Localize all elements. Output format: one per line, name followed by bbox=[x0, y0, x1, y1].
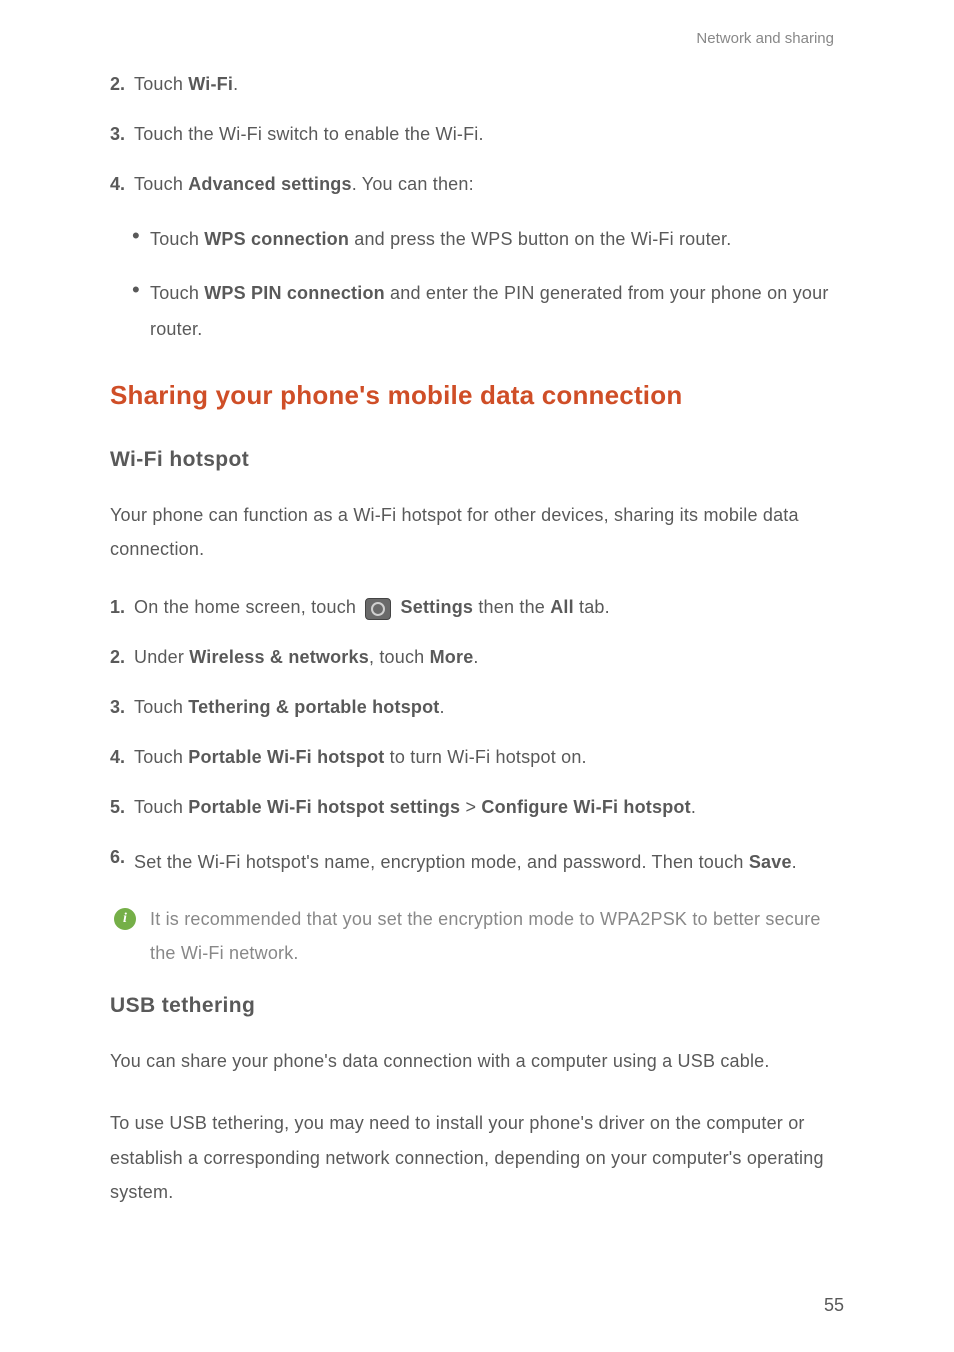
step-6: 6. Set the Wi-Fi hotspot's name, encrypt… bbox=[110, 844, 844, 880]
step-marker: 3. bbox=[110, 694, 134, 722]
text: . bbox=[233, 74, 238, 94]
step-content: Touch Wi-Fi. bbox=[134, 71, 844, 99]
step-content: On the home screen, touch Settings then … bbox=[134, 594, 844, 622]
text: , touch bbox=[369, 647, 430, 667]
bullet-marker: • bbox=[132, 275, 150, 347]
text: to turn Wi-Fi hotspot on. bbox=[384, 747, 586, 767]
step-marker: 3. bbox=[110, 121, 134, 149]
bold-text: WPS connection bbox=[204, 229, 349, 249]
text: . bbox=[792, 852, 797, 872]
bullet-wps-pin: • Touch WPS PIN connection and enter the… bbox=[132, 275, 844, 347]
step-marker: 1. bbox=[110, 594, 134, 622]
heading-sharing-mobile-data: Sharing your phone's mobile data connect… bbox=[110, 371, 844, 420]
step-3-top: 3. Touch the Wi-Fi switch to enable the … bbox=[110, 121, 844, 149]
settings-icon bbox=[365, 598, 391, 620]
step-marker: 5. bbox=[110, 794, 134, 822]
text: Under bbox=[134, 647, 189, 667]
bold-text: Portable Wi-Fi hotspot bbox=[188, 747, 384, 767]
heading-wifi-hotspot: Wi-Fi hotspot bbox=[110, 448, 844, 472]
bullet-content: Touch WPS PIN connection and enter the P… bbox=[150, 275, 844, 347]
info-icon: i bbox=[114, 908, 136, 930]
text: . bbox=[691, 797, 696, 817]
step-marker: 4. bbox=[110, 744, 134, 772]
step-4-top: 4. Touch Advanced settings. You can then… bbox=[110, 171, 844, 199]
bold-text: Portable Wi-Fi hotspot settings bbox=[188, 797, 460, 817]
step-marker: 2. bbox=[110, 644, 134, 672]
text: On the home screen, touch bbox=[134, 597, 361, 617]
page-number: 55 bbox=[824, 1295, 844, 1316]
step-content: Under Wireless & networks, touch More. bbox=[134, 644, 844, 672]
bold-text: Advanced settings bbox=[188, 174, 351, 194]
step-content: Touch Portable Wi-Fi hotspot to turn Wi-… bbox=[134, 744, 844, 772]
bullet-content: Touch WPS connection and press the WPS b… bbox=[150, 221, 844, 257]
step-content: Set the Wi-Fi hotspot's name, encryption… bbox=[134, 844, 844, 880]
section-header: Network and sharing bbox=[110, 30, 844, 47]
info-text: It is recommended that you set the encry… bbox=[150, 902, 844, 970]
paragraph: You can share your phone's data connecti… bbox=[110, 1044, 844, 1078]
bold-text: Settings bbox=[401, 597, 474, 617]
bold-text: WPS PIN connection bbox=[204, 283, 385, 303]
text: . bbox=[440, 697, 445, 717]
text: Touch bbox=[134, 747, 188, 767]
bullet-wps-connection: • Touch WPS connection and press the WPS… bbox=[132, 221, 844, 257]
bullet-marker: • bbox=[132, 221, 150, 257]
text: . bbox=[473, 647, 478, 667]
step-content: Touch Advanced settings. You can then: bbox=[134, 171, 844, 199]
bold-text: Save bbox=[749, 852, 792, 872]
text: Touch bbox=[134, 174, 188, 194]
text: Touch the Wi-Fi switch to enable the Wi-… bbox=[134, 124, 484, 144]
step-2-top: 2. Touch Wi-Fi. bbox=[110, 71, 844, 99]
text: . You can then: bbox=[352, 174, 474, 194]
step-content: Touch Tethering & portable hotspot. bbox=[134, 694, 844, 722]
text: > bbox=[460, 797, 481, 817]
step-5: 5. Touch Portable Wi-Fi hotspot settings… bbox=[110, 794, 844, 822]
step-1: 1. On the home screen, touch Settings th… bbox=[110, 594, 844, 622]
bold-text: All bbox=[550, 597, 574, 617]
text: Touch bbox=[134, 697, 188, 717]
bold-text: Wi-Fi bbox=[188, 74, 233, 94]
bold-text: Configure Wi-Fi hotspot bbox=[481, 797, 690, 817]
text: Touch bbox=[150, 283, 204, 303]
text: Touch bbox=[134, 74, 188, 94]
text: Touch bbox=[150, 229, 204, 249]
paragraph: To use USB tethering, you may need to in… bbox=[110, 1106, 844, 1209]
text: then the bbox=[473, 597, 550, 617]
paragraph: Your phone can function as a Wi-Fi hotsp… bbox=[110, 498, 844, 566]
step-3: 3. Touch Tethering & portable hotspot. bbox=[110, 694, 844, 722]
text: Touch bbox=[134, 797, 188, 817]
step-content: Touch Portable Wi-Fi hotspot settings > … bbox=[134, 794, 844, 822]
text: Set the Wi-Fi hotspot's name, encryption… bbox=[134, 852, 749, 872]
text: and press the WPS button on the Wi-Fi ro… bbox=[349, 229, 731, 249]
bold-text: Wireless & networks bbox=[189, 647, 369, 667]
step-content: Touch the Wi-Fi switch to enable the Wi-… bbox=[134, 121, 844, 149]
bold-text: Tethering & portable hotspot bbox=[188, 697, 439, 717]
info-note: i It is recommended that you set the enc… bbox=[114, 902, 844, 970]
step-4: 4. Touch Portable Wi-Fi hotspot to turn … bbox=[110, 744, 844, 772]
step-marker: 4. bbox=[110, 171, 134, 199]
step-2: 2. Under Wireless & networks, touch More… bbox=[110, 644, 844, 672]
bold-text: More bbox=[430, 647, 474, 667]
heading-usb-tethering: USB tethering bbox=[110, 994, 844, 1018]
step-marker: 6. bbox=[110, 844, 134, 880]
step-marker: 2. bbox=[110, 71, 134, 99]
text: tab. bbox=[574, 597, 610, 617]
